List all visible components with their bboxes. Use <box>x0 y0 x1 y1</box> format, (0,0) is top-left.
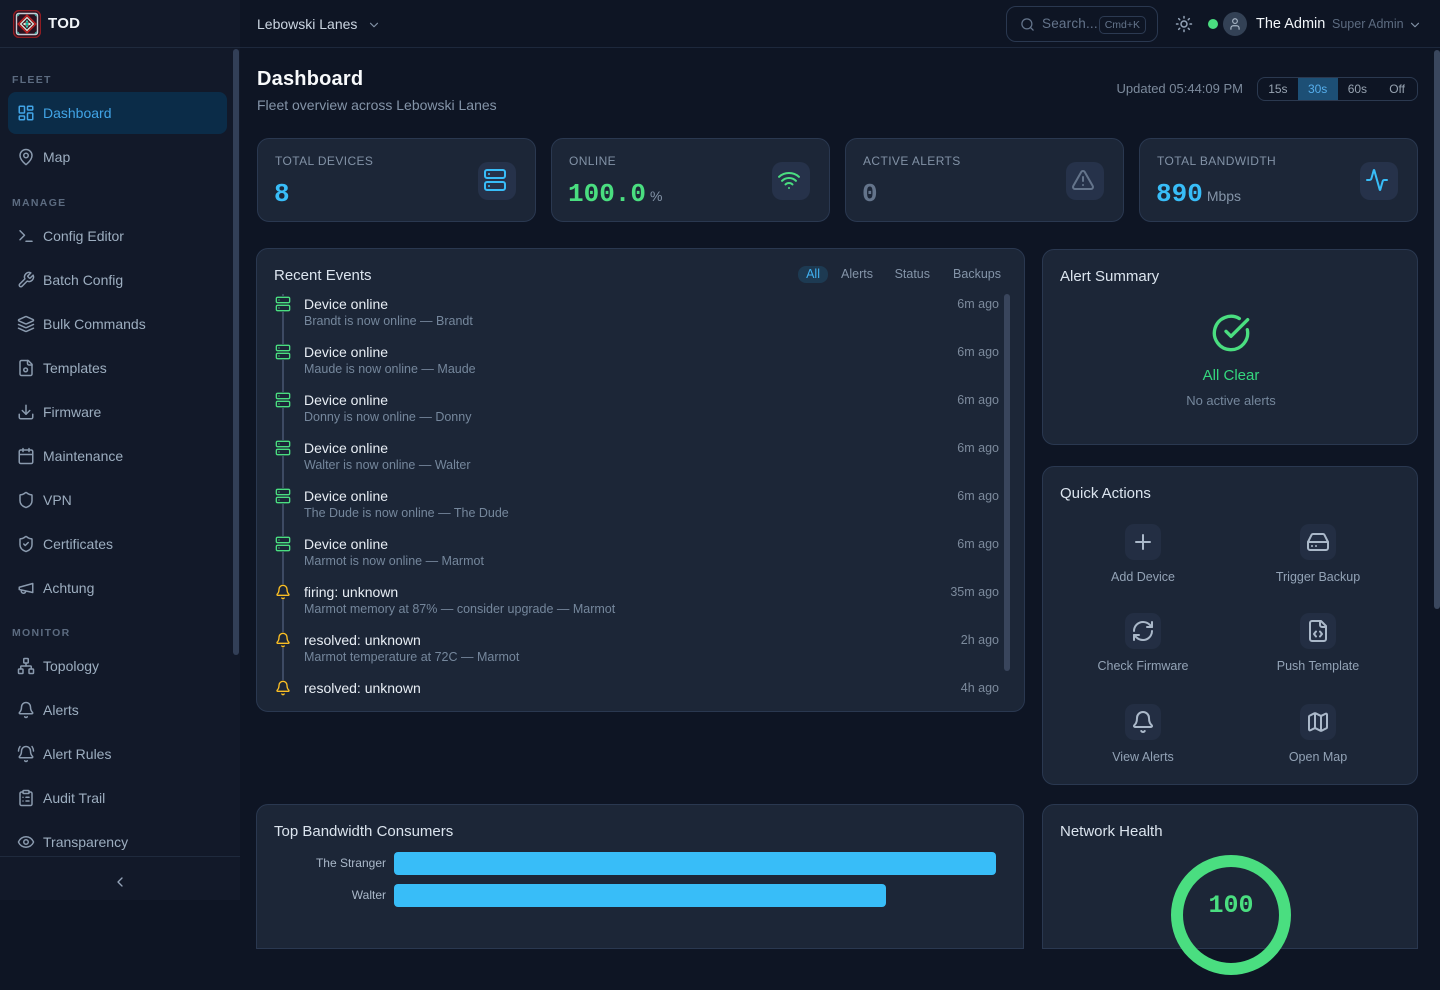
svg-text:100: 100 <box>1208 891 1253 920</box>
